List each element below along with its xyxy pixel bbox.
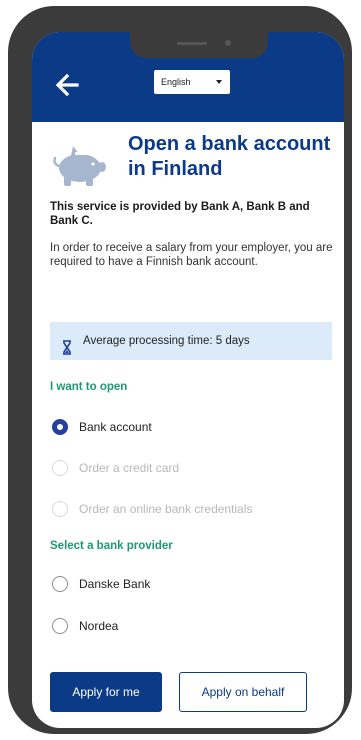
radio-label: Order an online bank credentials	[79, 502, 253, 516]
radio-label: Order a credit card	[79, 461, 180, 475]
radio-button-checked[interactable]	[52, 419, 68, 435]
radio-button-disabled	[52, 460, 68, 476]
piggy-bank-icon	[50, 142, 108, 188]
hourglass-icon	[62, 333, 72, 355]
intro-text: In order to receive a salary from your e…	[50, 242, 333, 268]
phone-notch	[130, 32, 268, 58]
radio-button[interactable]	[52, 618, 68, 634]
provider-section-label: Select a bank provider	[50, 540, 173, 552]
radio-label: Nordea	[79, 619, 119, 633]
language-select-value: English	[161, 77, 191, 87]
open-section-label: I want to open	[50, 381, 128, 393]
language-select[interactable]: English	[154, 70, 230, 94]
apply-for-me-button[interactable]: Apply for me	[50, 672, 162, 712]
provider-text: This service is provided by Bank A, Bank…	[50, 201, 310, 227]
back-arrow-icon[interactable]	[52, 70, 82, 100]
notice-text: Average processing time: 5 days	[83, 335, 250, 347]
phone-screen: English Open a bank account in Finland T…	[32, 32, 344, 728]
camera-dot	[225, 40, 231, 46]
speaker-grille	[177, 42, 207, 45]
page-title: Open a bank account in Finland	[128, 133, 331, 180]
radio-label: Bank account	[79, 420, 152, 434]
apply-on-behalf-button[interactable]: Apply on behalf	[179, 672, 307, 712]
processing-time-notice: Average processing time: 5 days	[50, 322, 332, 360]
phone-frame: English Open a bank account in Finland T…	[8, 6, 352, 734]
radio-button[interactable]	[52, 576, 68, 592]
chevron-down-icon	[216, 80, 222, 84]
radio-button-disabled	[52, 501, 68, 517]
radio-label: Danske Bank	[79, 577, 151, 591]
